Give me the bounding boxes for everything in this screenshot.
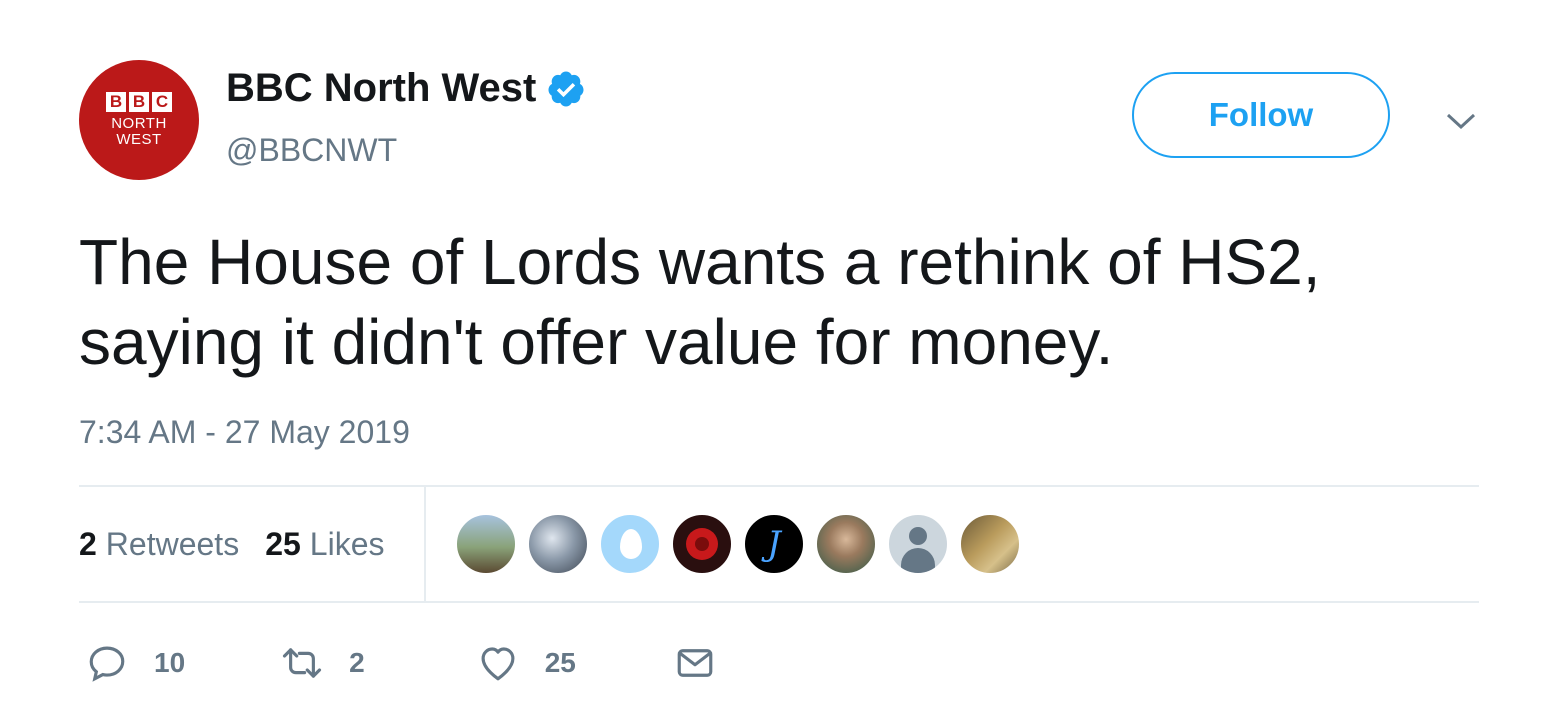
account-handle[interactable]: @BBCNWT — [226, 132, 397, 169]
liker-avatar[interactable] — [527, 513, 589, 575]
liker-avatar[interactable] — [455, 513, 517, 575]
account-avatar[interactable]: B B C NORTH WEST — [79, 60, 199, 180]
avatar-subtitle-west: WEST — [116, 131, 162, 148]
liker-avatar[interactable] — [815, 513, 877, 575]
divider-bottom — [79, 601, 1479, 603]
reply-count: 10 — [154, 647, 186, 678]
bbc-logo-block: C — [152, 92, 172, 112]
chevron-down-icon[interactable] — [1444, 110, 1478, 132]
follow-button[interactable]: Follow — [1132, 72, 1390, 158]
reply-button[interactable]: 10 — [86, 642, 185, 684]
retweets-stat[interactable]: 2 Retweets — [79, 526, 239, 563]
tweet-stats: 2 Retweets 25 Likes — [79, 526, 410, 563]
likers-avatars: J — [455, 513, 1031, 575]
reply-icon — [89, 646, 125, 682]
liker-avatar-default-egg[interactable] — [599, 513, 661, 575]
liker-avatar[interactable] — [671, 513, 733, 575]
direct-message-button[interactable] — [674, 642, 716, 684]
tweet-timestamp[interactable]: 7:34 AM - 27 May 2019 — [79, 414, 410, 451]
divider-top — [79, 485, 1479, 487]
account-name-row: BBC North West — [226, 66, 586, 111]
retweet-icon — [283, 648, 322, 678]
account-name[interactable]: BBC North West — [226, 66, 536, 111]
heart-icon — [481, 647, 515, 681]
likes-label: Likes — [309, 526, 385, 562]
tweet-text-line: The House of Lords wants a rethink of HS… — [79, 226, 1321, 298]
likes-stat[interactable]: 25 Likes — [265, 526, 384, 563]
bbc-logo-blocks: B B C — [106, 92, 172, 112]
verified-badge-icon — [548, 71, 584, 106]
retweet-button[interactable]: 2 — [281, 642, 365, 684]
avatar-subtitle-north: NORTH — [111, 115, 167, 132]
bbc-logo-block: B — [106, 92, 126, 112]
tweet-text: The House of Lords wants a rethink of HS… — [79, 222, 1499, 382]
retweets-label: Retweets — [105, 526, 240, 562]
retweet-count: 2 — [349, 647, 365, 678]
like-count: 25 — [544, 647, 576, 678]
liker-avatar[interactable]: J — [743, 513, 805, 575]
stats-vertical-divider — [424, 487, 426, 601]
tweet-actions: 10 2 25 — [86, 642, 716, 684]
like-button[interactable]: 25 — [477, 642, 576, 684]
tweet-text-line: saying it didn't offer value for money. — [79, 306, 1114, 378]
liker-avatar[interactable] — [959, 513, 1021, 575]
liker-avatar-default[interactable] — [887, 513, 949, 575]
envelope-icon — [677, 649, 713, 677]
retweets-count: 2 — [79, 526, 97, 562]
likes-count: 25 — [265, 526, 301, 562]
bbc-logo-block: B — [129, 92, 149, 112]
